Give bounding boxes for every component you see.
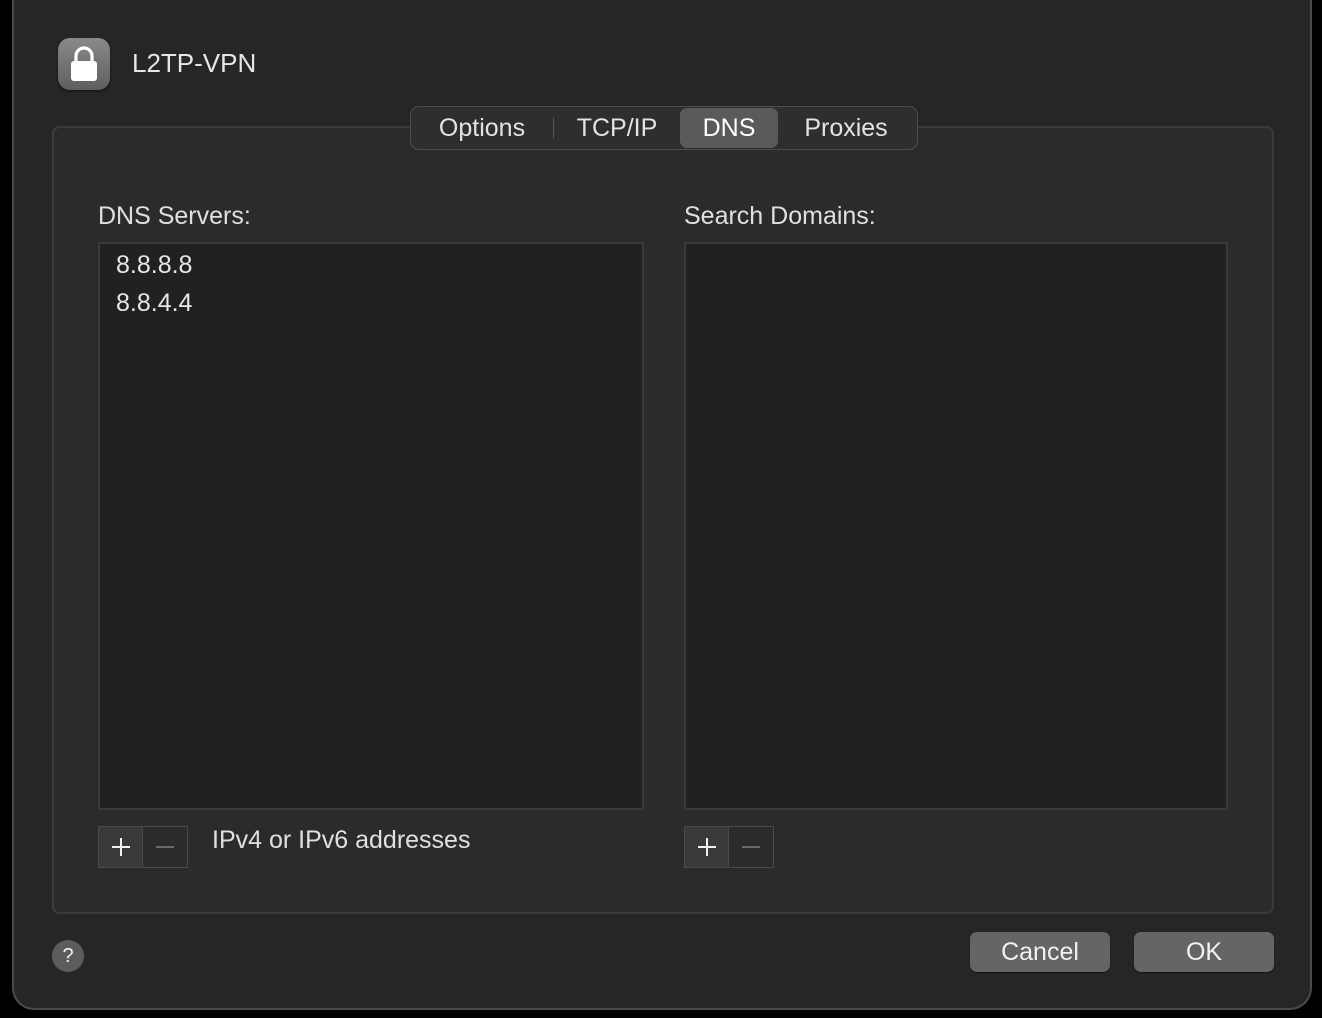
tab-dns[interactable]: DNS	[680, 108, 778, 148]
add-dns-server-button[interactable]	[99, 827, 144, 867]
ok-button[interactable]: OK	[1134, 932, 1274, 972]
tab-bar: Options TCP/IP DNS Proxies	[410, 106, 918, 150]
dns-servers-list[interactable]: 8.8.8.8 8.8.4.4	[98, 242, 644, 810]
remove-search-domain-button[interactable]	[729, 827, 773, 867]
search-domains-list[interactable]	[684, 242, 1228, 810]
dns-address-hint: IPv4 or IPv6 addresses	[212, 826, 471, 854]
search-domains-label: Search Domains:	[684, 202, 876, 230]
add-search-domain-button[interactable]	[685, 827, 730, 867]
cancel-button[interactable]: Cancel	[970, 932, 1110, 972]
tab-proxies[interactable]: Proxies	[778, 108, 914, 148]
plus-icon	[697, 838, 716, 856]
dns-servers-label: DNS Servers:	[98, 202, 251, 230]
minus-icon	[156, 846, 174, 848]
dns-server-item[interactable]: 8.8.4.4	[100, 284, 642, 322]
help-button[interactable]: ?	[52, 940, 84, 972]
remove-dns-server-button[interactable]	[143, 827, 187, 867]
dns-server-item[interactable]: 8.8.8.8	[100, 246, 642, 284]
tab-options[interactable]: Options	[411, 108, 553, 148]
window-title: L2TP-VPN	[132, 48, 257, 78]
minus-icon	[742, 846, 760, 848]
dns-servers-add-remove	[98, 826, 188, 868]
lock-icon[interactable]	[58, 38, 110, 90]
search-domains-add-remove	[684, 826, 774, 868]
plus-icon	[111, 838, 130, 856]
tab-tcpip[interactable]: TCP/IP	[554, 108, 680, 148]
